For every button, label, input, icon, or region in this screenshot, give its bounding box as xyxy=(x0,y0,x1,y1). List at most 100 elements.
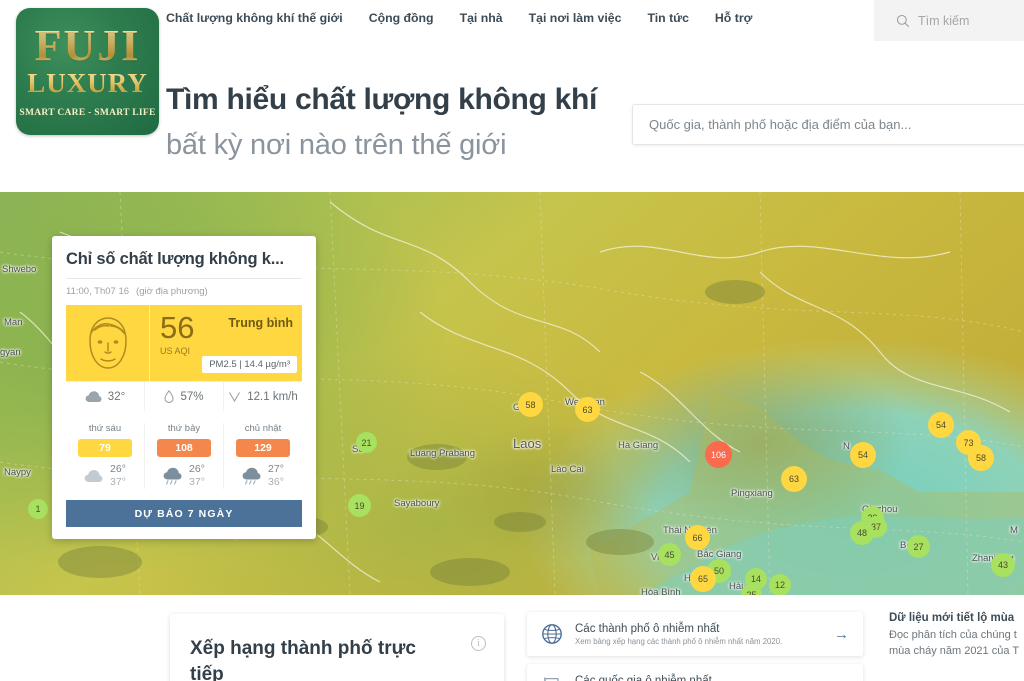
aqi-time-note: (giờ địa phương) xyxy=(136,286,208,297)
arrow-right-icon: → xyxy=(834,678,849,681)
promo-heading: Các quốc gia ô nhiễm nhất xyxy=(575,674,712,681)
droplet-icon xyxy=(164,390,175,403)
logo-tagline: SMART CARE - SMART LIFE xyxy=(19,108,156,119)
forecast-temp-low: 37° xyxy=(110,476,126,489)
map-marker[interactable]: 19 xyxy=(348,494,371,517)
forecast-day: chủ nhật 129 27° 36° xyxy=(223,423,302,490)
forecast-aqi-pill: 108 xyxy=(157,439,211,457)
rain-cloud-icon xyxy=(163,467,182,485)
forecast-temp-low: 37° xyxy=(189,476,205,489)
page-title: Tìm hiểu chất lượng không khí xyxy=(166,83,598,116)
below-map-section: Xếp hạng thành phố trực tiếp i Các thành… xyxy=(0,595,1024,681)
aqi-values: 56 US AQI Trung bình PM2.5 | 14.4 µg/m³ xyxy=(150,305,302,381)
forecast-day-label: thứ bảy xyxy=(167,423,201,434)
forecast-temps: 26° 37° xyxy=(110,463,126,489)
map-marker[interactable]: 45 xyxy=(658,543,681,566)
smiley-face-icon xyxy=(88,317,127,369)
map-marker[interactable]: 106 xyxy=(705,441,732,468)
forecast-row: thứ sáu 79 26° 37° thứ bảy 108 26° 37° c… xyxy=(66,423,302,490)
map-marker[interactable]: 63 xyxy=(781,466,807,492)
weather-wind: 12.1 km/h xyxy=(223,382,302,411)
location-search-placeholder: Quốc gia, thành phố hoặc địa điểm của bạ… xyxy=(649,117,912,132)
forecast-temps: 27° 36° xyxy=(268,463,284,489)
site-header: FUJI LUXURY SMART CARE - SMART LIFE Chất… xyxy=(0,0,1024,182)
nav-item-community[interactable]: Cộng đồng xyxy=(369,11,434,25)
forecast-temps-row: 27° 36° xyxy=(226,463,300,489)
aqi-category: Trung bình xyxy=(228,316,293,330)
aqi-summary-card: Chỉ số chất lượng không k... 11:00, Th07… xyxy=(52,236,316,540)
nav-item-news[interactable]: Tin tức xyxy=(647,11,688,25)
cloud-icon xyxy=(85,391,102,402)
arrow-right-icon: → xyxy=(834,625,849,643)
main-navigation: Chất lượng không khí thế giới Cộng đồng … xyxy=(166,11,752,25)
forecast-temps-row: 26° 37° xyxy=(147,463,221,489)
location-search-input[interactable]: Quốc gia, thành phố hoặc địa điểm của bạ… xyxy=(632,104,1024,145)
forecast-day-label: thứ sáu xyxy=(88,423,122,434)
brand-logo[interactable]: FUJI LUXURY SMART CARE - SMART LIFE xyxy=(16,8,159,135)
rain-cloud-icon xyxy=(242,467,261,485)
logo-primary-text: FUJI xyxy=(34,20,141,70)
nav-item-at-work[interactable]: Tại nơi làm việc xyxy=(529,11,622,25)
map-marker[interactable]: 48 xyxy=(850,521,874,545)
aqi-main-panel: 56 US AQI Trung bình PM2.5 | 14.4 µg/m³ xyxy=(66,305,302,381)
forecast-temps-row: 26° 37° xyxy=(68,463,142,489)
forecast-aqi-pill: 79 xyxy=(78,439,132,457)
cloud-icon xyxy=(84,470,103,483)
forecast-temp-high: 26° xyxy=(110,463,126,475)
news-teaser[interactable]: Dữ liệu mới tiết lộ mùa Đọc phân tích củ… xyxy=(889,612,1024,660)
logo-secondary-text: LUXURY xyxy=(27,68,148,99)
header-search-box[interactable]: Tìm kiếm xyxy=(874,0,1024,41)
map-marker[interactable]: 63 xyxy=(575,397,600,422)
aqi-timestamp: 11:00, Th07 16 (giờ địa phương) xyxy=(66,286,302,297)
promo-card-most-polluted-cities[interactable]: Các thành phố ô nhiễm nhất Xem bảng xếp … xyxy=(527,612,863,656)
map-marker[interactable]: 58 xyxy=(968,445,994,471)
aqi-time-value: 11:00, Th07 16 xyxy=(66,286,130,297)
weather-humidity-value: 57% xyxy=(180,390,204,403)
info-icon[interactable]: i xyxy=(471,636,486,651)
header-search-placeholder: Tìm kiếm xyxy=(918,13,970,28)
forecast-temps: 26° 37° xyxy=(189,463,205,489)
forecast-temp-high: 27° xyxy=(268,463,284,475)
weather-temperature-value: 32° xyxy=(107,390,126,403)
map-marker[interactable]: 43 xyxy=(991,553,1015,577)
weather-humidity: 57% xyxy=(144,382,223,411)
forecast-temp-high: 26° xyxy=(189,463,205,475)
map-marker[interactable]: 12 xyxy=(769,574,791,595)
page-subtitle: bất kỳ nơi nào trên thế giới xyxy=(166,129,507,161)
map-marker[interactable]: 54 xyxy=(850,442,876,468)
forecast-day: thứ bảy 108 26° 37° xyxy=(144,423,223,490)
aqi-pollutant-badge: PM2.5 | 14.4 µg/m³ xyxy=(202,356,297,373)
aqi-face-icon-wrap xyxy=(66,305,150,381)
live-city-ranking-card[interactable]: Xếp hạng thành phố trực tiếp i xyxy=(170,614,504,681)
promo-heading: Các thành phố ô nhiễm nhất xyxy=(575,622,720,635)
map-marker[interactable]: 21 xyxy=(356,432,377,453)
weather-temperature: 32° xyxy=(66,382,144,411)
forecast-temp-low: 36° xyxy=(268,476,284,489)
map-marker[interactable]: 1 xyxy=(28,499,48,519)
forecast-day: thứ sáu 79 26° 37° xyxy=(66,423,144,489)
promo-card-most-polluted-countries[interactable]: Các quốc gia ô nhiễm nhất Xem bảng xếp h… xyxy=(527,664,863,681)
page-root: FUJI LUXURY SMART CARE - SMART LIFE Chất… xyxy=(0,0,1024,681)
map-marker[interactable]: 54 xyxy=(928,412,954,438)
forecast-7day-button[interactable]: DỰ BÁO 7 NGÀY xyxy=(66,500,302,528)
promo-subtext: Xem bảng xếp hạng các thành phố ô nhiễm … xyxy=(575,636,783,646)
live-city-ranking-title: Xếp hạng thành phố trực tiếp xyxy=(190,638,416,681)
forecast-day-label: chủ nhật xyxy=(244,423,282,434)
map-marker[interactable]: 27 xyxy=(907,535,930,558)
forecast-aqi-pill: 129 xyxy=(236,439,290,457)
map-marker[interactable]: 58 xyxy=(518,392,543,417)
nav-item-support[interactable]: Hỗ trợ xyxy=(715,11,752,25)
globe-icon xyxy=(542,624,562,644)
weather-wind-value: 12.1 km/h xyxy=(247,390,298,403)
promo-text: Các thành phố ô nhiễm nhất Xem bảng xếp … xyxy=(575,623,822,646)
map-marker[interactable]: 66 xyxy=(685,525,710,550)
nav-item-world-aq[interactable]: Chất lượng không khí thế giới xyxy=(166,11,343,25)
flag-icon xyxy=(544,677,559,681)
nav-item-at-home[interactable]: Tại nhà xyxy=(460,11,503,25)
aqi-card-title: Chỉ số chất lượng không k... xyxy=(66,250,284,268)
map-marker[interactable]: 65 xyxy=(690,566,716,592)
news-body: Đọc phân tích của chúng t mùa cháy năm 2… xyxy=(889,629,1020,657)
news-heading: Dữ liệu mới tiết lộ mùa xyxy=(889,612,1015,624)
aqi-unit: US AQI xyxy=(160,345,191,356)
wind-direction-icon xyxy=(229,392,241,403)
